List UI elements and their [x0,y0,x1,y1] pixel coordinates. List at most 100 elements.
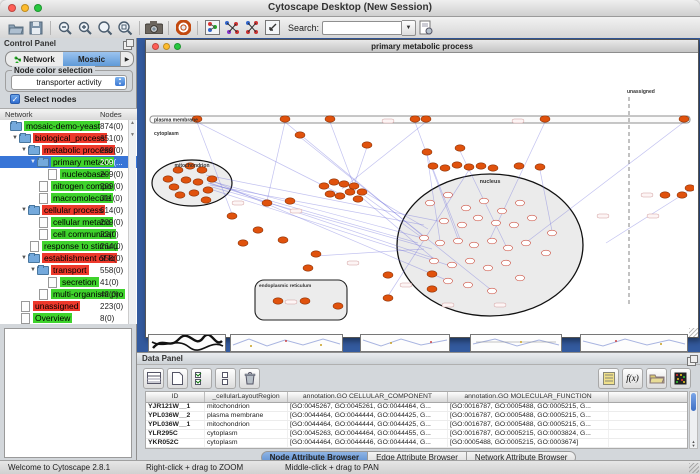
network-node[interactable] [440,165,450,171]
network-node[interactable] [175,192,185,198]
network-node[interactable] [462,205,471,211]
tree-row[interactable]: cellular metabo209(0) [0,216,137,228]
network-node[interactable] [516,275,525,281]
network-node[interactable] [420,235,429,241]
open-file-icon[interactable] [6,19,26,37]
data-panel-float-icon[interactable] [687,357,696,366]
network-node[interactable] [325,191,335,197]
tree-row[interactable]: ▼transport558(0) [0,264,137,276]
network-node[interactable] [528,215,537,221]
network-node[interactable] [502,260,511,266]
network-node[interactable] [430,258,439,264]
search-dropdown-button[interactable]: ▼ [402,20,416,36]
network-node[interactable] [498,208,507,214]
snapshot-camera-icon[interactable] [144,19,164,37]
network-node[interactable] [488,238,497,244]
tree-row[interactable]: cell communicat22(0) [0,228,137,240]
table-cell[interactable]: [GO:0016787, GO:0005215, GO:0003824, G..… [448,430,609,438]
table-cell[interactable]: plasma membrane [205,412,288,420]
table-cell[interactable]: YLR295C [146,430,205,438]
network-node[interactable] [548,230,557,236]
network-node[interactable] [349,183,359,189]
network-node[interactable] [522,240,531,246]
tree-row[interactable]: unassigned223(0) [0,300,137,312]
network-node[interactable] [295,132,305,138]
table-scrollbar-arrows[interactable]: ▲▼ [690,440,697,448]
network-node[interactable] [492,220,501,226]
network-node[interactable] [278,237,288,243]
delete-attribute-trash-icon[interactable] [239,368,260,389]
network-node[interactable] [319,183,329,189]
more-tabs-arrow[interactable]: ▶ [120,52,133,66]
network-node[interactable] [428,163,438,169]
column-header[interactable]: annotation.GO MOLECULAR_FUNCTION [448,392,609,402]
network-node[interactable] [285,198,295,204]
network-view-window[interactable]: primary metabolic process plasma membran… [145,39,699,338]
network-node[interactable] [303,265,313,271]
network-node[interactable] [422,149,432,155]
table-row[interactable]: YLR295Ccytoplasm[GO:0045263, GO:0044464,… [146,430,687,439]
network-node[interactable] [458,222,467,228]
network-node[interactable] [464,164,474,170]
table-row[interactable]: YJR121W__1mitochondrion[GO:0045267, GO:0… [146,403,687,412]
table-cell[interactable]: [GO:0016787, GO:0005488, GO:0005215, G..… [448,403,609,411]
table-cell[interactable]: cytoplasm [205,439,288,447]
tree-row[interactable]: ▼primary metabo209(... [0,156,137,168]
network-node[interactable] [357,189,367,195]
zoom-selected-icon[interactable] [95,19,115,37]
attribute-table-icon[interactable] [143,368,164,389]
network-window-title-bar[interactable]: primary metabolic process [146,40,698,53]
network-node[interactable] [484,265,493,271]
background-window-strip[interactable] [230,334,343,352]
table-cell[interactable]: [GO:0005488, GO:0005215, GO:0003674] [448,439,609,447]
network-node[interactable] [436,240,445,246]
help-lifebuoy-icon[interactable] [173,19,193,37]
network-node[interactable] [470,242,479,248]
table-cell[interactable]: YJR121W__1 [146,403,205,411]
disclosure-triangle-icon[interactable]: ▼ [20,147,28,153]
network-node[interactable] [464,282,473,288]
network-node[interactable] [339,181,349,187]
tree-row[interactable]: multi-organism pro42(0) [0,288,137,300]
tree-row[interactable]: ▼cellular process614(0) [0,204,137,216]
network-node[interactable] [448,262,457,268]
annotation-icon[interactable] [262,19,282,37]
network-canvas[interactable]: plasma membranecytoplasmmitochondrionnuc… [148,53,694,334]
network-node[interactable] [480,198,489,204]
network-node[interactable] [476,163,486,169]
network-node[interactable] [333,303,343,309]
network-node[interactable] [238,240,248,246]
network-node[interactable] [685,185,694,191]
network-node[interactable] [353,196,363,202]
network-node[interactable] [535,164,545,170]
network-node[interactable] [466,258,475,264]
disclosure-triangle-icon[interactable]: ▼ [29,267,37,273]
tree-row[interactable]: macromolecule311(0) [0,192,137,204]
tree-row[interactable]: ▼biological_process651(0) [0,132,137,144]
network-node[interactable] [325,116,335,122]
network-node[interactable] [329,179,339,185]
network-node[interactable] [452,162,462,168]
node-color-dropdown[interactable]: transporter activity ▲▼ [11,75,127,90]
network-node[interactable] [181,177,191,183]
tree-row[interactable]: secretion41(0) [0,276,137,288]
network-node[interactable] [300,298,310,304]
layout-1-icon[interactable] [222,19,242,37]
network-node[interactable] [262,200,272,206]
network-node[interactable] [516,200,525,206]
table-cell[interactable]: mitochondrion [205,448,288,449]
network-node[interactable] [504,245,513,251]
disclosure-triangle-icon[interactable]: ▼ [11,135,19,141]
network-node[interactable] [383,295,393,301]
network-node[interactable] [488,165,498,171]
tree-row[interactable]: ▼establishment of lo558(0) [0,252,137,264]
zoom-fit-icon[interactable] [115,19,135,37]
network-node[interactable] [540,116,550,122]
background-window-strip[interactable] [470,334,562,352]
network-node[interactable] [203,187,213,193]
network-node[interactable] [273,298,283,304]
network-node[interactable] [679,116,689,122]
heatmap-icon[interactable] [670,368,691,389]
network-node[interactable] [193,179,203,185]
zoom-out-icon[interactable] [55,19,75,37]
